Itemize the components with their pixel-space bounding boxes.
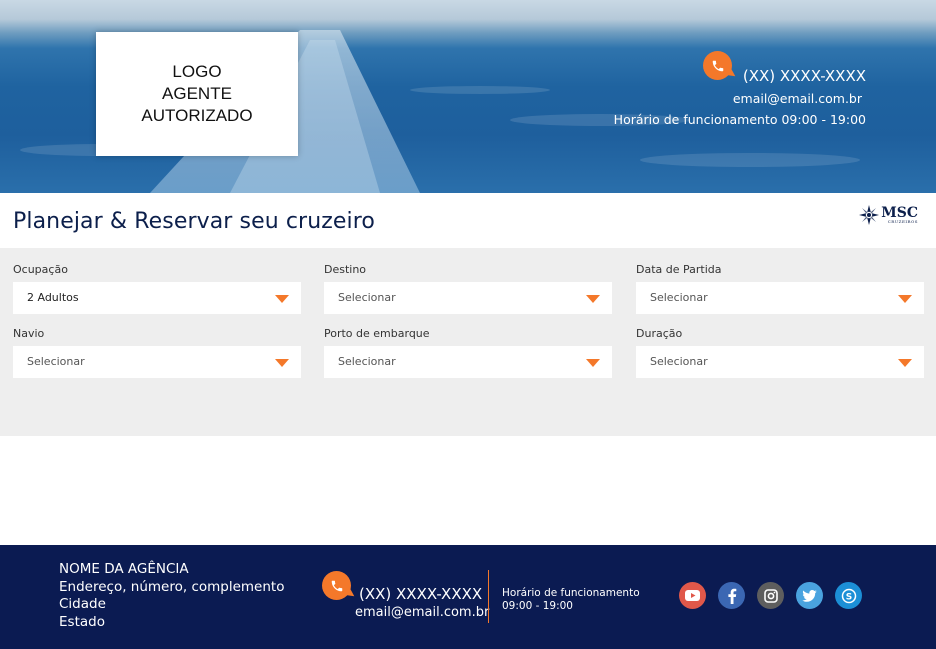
- footer-divider: [488, 570, 489, 623]
- caret-down-icon: [898, 359, 912, 367]
- field-destino: Destino Selecionar: [324, 263, 612, 314]
- caret-down-icon: [586, 295, 600, 303]
- logo-line-1: LOGO: [172, 62, 222, 81]
- hero-banner: LOGO AGENTE AUTORIZADO (XX) XXXX-XXXX em…: [0, 0, 936, 193]
- agent-logo-placeholder: LOGO AGENTE AUTORIZADO: [96, 32, 298, 156]
- footer-hours-label: Horário de funcionamento: [502, 587, 640, 599]
- page: LOGO AGENTE AUTORIZADO (XX) XXXX-XXXX em…: [0, 0, 936, 649]
- logo-line-2: AGENTE: [162, 84, 232, 103]
- field-label-destino: Destino: [324, 263, 367, 276]
- agency-city: Cidade: [59, 596, 106, 612]
- phone-icon: [703, 51, 732, 80]
- field-label-navio: Navio: [13, 327, 45, 340]
- msc-logo: MSC CRUZEIROS: [859, 205, 918, 225]
- compass-rose-icon: [859, 205, 880, 225]
- agency-address: Endereço, número, complemento: [59, 578, 285, 595]
- field-data-partida: Data de Partida Selecionar: [636, 263, 924, 314]
- booking-form: Ocupação 2 Adultos Destino Selecionar Da…: [0, 248, 936, 436]
- destino-select[interactable]: Selecionar: [324, 282, 612, 314]
- navio-select[interactable]: Selecionar: [13, 346, 301, 378]
- caret-down-icon: [275, 359, 289, 367]
- twitter-icon[interactable]: [796, 582, 823, 609]
- footer-contact: (XX) XXXX-XXXX email@email.com.br: [322, 571, 489, 620]
- hero-phone[interactable]: (XX) XXXX-XXXX: [743, 67, 866, 85]
- hero-email[interactable]: email@email.com.br: [614, 91, 862, 106]
- logo-line-3: AUTORIZADO: [141, 106, 253, 125]
- skype-icon[interactable]: S: [835, 582, 862, 609]
- ocupacao-value: 2 Adultos: [27, 291, 79, 304]
- hero-contact: (XX) XXXX-XXXX email@email.com.br Horári…: [614, 51, 866, 127]
- porto-embarque-select[interactable]: Selecionar: [324, 346, 612, 378]
- porto-embarque-value: Selecionar: [338, 355, 396, 368]
- ocupacao-select[interactable]: 2 Adultos: [13, 282, 301, 314]
- field-duracao: Duração Selecionar: [636, 327, 924, 378]
- field-porto-embarque: Porto de embarque Selecionar: [324, 327, 612, 378]
- caret-down-icon: [275, 295, 289, 303]
- field-label-ocupacao: Ocupação: [13, 263, 68, 276]
- hero-hours: Horário de funcionamento 09:00 - 19:00: [613, 112, 866, 127]
- navio-value: Selecionar: [27, 355, 85, 368]
- page-title: Planejar & Reservar seu cruzeiro: [13, 209, 375, 234]
- duracao-value: Selecionar: [650, 355, 708, 368]
- svg-text:S: S: [845, 592, 851, 602]
- field-ocupacao: Ocupação 2 Adultos: [13, 263, 301, 314]
- footer-phone[interactable]: (XX) XXXX-XXXX: [359, 585, 482, 603]
- footer: NOME DA AGÊNCIA Endereço, número, comple…: [0, 545, 936, 649]
- footer-hours-value: 09:00 - 19:00: [502, 600, 573, 612]
- msc-brand: MSC: [881, 204, 918, 221]
- destino-value: Selecionar: [338, 291, 396, 304]
- agency-info: NOME DA AGÊNCIA Endereço, número, comple…: [59, 561, 284, 631]
- title-bar: Planejar & Reservar seu cruzeiro MSC CRU…: [0, 193, 936, 248]
- data-partida-select[interactable]: Selecionar: [636, 282, 924, 314]
- agency-state: Estado: [59, 613, 105, 630]
- field-label-duracao: Duração: [636, 327, 683, 340]
- duracao-select[interactable]: Selecionar: [636, 346, 924, 378]
- field-label-porto-embarque: Porto de embarque: [324, 327, 430, 340]
- agency-name: NOME DA AGÊNCIA: [59, 561, 189, 577]
- data-partida-value: Selecionar: [650, 291, 708, 304]
- social-links: S: [679, 582, 862, 609]
- caret-down-icon: [898, 295, 912, 303]
- phone-icon: [322, 571, 351, 600]
- field-navio: Navio Selecionar: [13, 327, 301, 378]
- youtube-icon[interactable]: [679, 582, 706, 609]
- footer-hours: Horário de funcionamento 09:00 - 19:00: [502, 587, 640, 613]
- footer-email[interactable]: email@email.com.br: [355, 605, 489, 620]
- instagram-icon[interactable]: [757, 582, 784, 609]
- caret-down-icon: [586, 359, 600, 367]
- facebook-icon[interactable]: [718, 582, 745, 609]
- field-label-data-partida: Data de Partida: [636, 263, 722, 276]
